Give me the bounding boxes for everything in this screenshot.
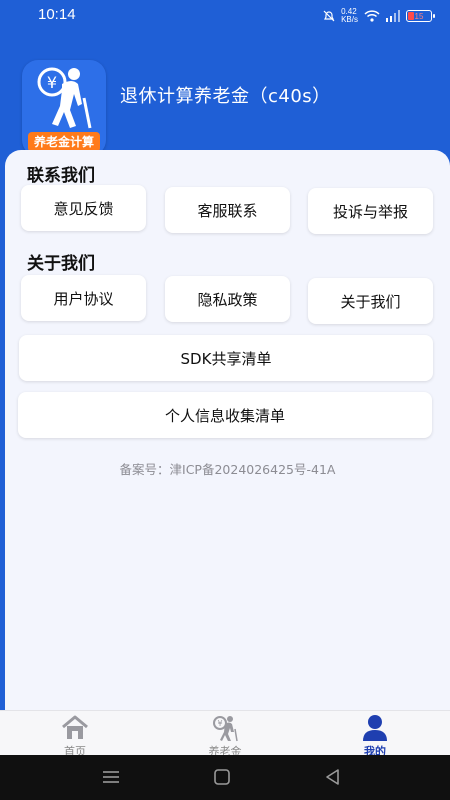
feedback-button[interactable]: 意见反馈 (21, 185, 146, 231)
pension-icon: ¥ (213, 716, 238, 742)
sdk-share-list-button[interactable]: SDK共享清单 (19, 335, 433, 381)
main-content: 联系我们 意见反馈 客服联系 投诉与举报 关于我们 用户协议 隐私政策 关于我们… (5, 150, 450, 710)
home-square-icon[interactable] (211, 767, 233, 787)
customer-service-button[interactable]: 客服联系 (165, 187, 290, 233)
about-section-title: 关于我们 (27, 254, 95, 274)
network-speed-unit: KB/s (341, 15, 358, 24)
signal-icon (386, 10, 400, 22)
profile-icon (363, 715, 387, 741)
system-nav-bar (0, 755, 450, 800)
status-time: 10:14 (38, 6, 76, 23)
complaint-report-button[interactable]: 投诉与举报 (308, 188, 433, 234)
logo-text: 养老金计算 (28, 132, 100, 152)
status-icons: 0.42 KB/s 15 (323, 8, 435, 24)
elderly-person-icon: ¥ (37, 67, 92, 129)
home-icon (62, 715, 88, 739)
app-header: ¥ 养老金计算 退休计算养老金（c40s） (0, 30, 450, 156)
back-triangle-icon[interactable] (322, 767, 344, 787)
svg-text:¥: ¥ (217, 719, 222, 728)
contact-section-title: 联系我们 (27, 166, 95, 186)
privacy-policy-button[interactable]: 隐私政策 (165, 276, 290, 322)
icp-record[interactable]: 备案号：津ICP备2024026425号-41A (5, 459, 450, 478)
about-us-button[interactable]: 关于我们 (308, 278, 433, 324)
personal-info-list-button[interactable]: 个人信息收集清单 (18, 392, 432, 438)
app-logo: ¥ 养老金计算 (22, 60, 106, 156)
svg-text:¥: ¥ (47, 73, 57, 92)
status-bar: 10:14 0.42 KB/s 15 (0, 0, 450, 30)
battery-level: 15 (414, 11, 424, 21)
network-speed: 0.42 KB/s (341, 8, 358, 24)
wifi-icon (364, 10, 380, 22)
user-agreement-button[interactable]: 用户协议 (21, 275, 146, 321)
battery-icon: 15 (406, 10, 435, 22)
app-title: 退休计算养老金（c40s） (120, 86, 331, 107)
mute-icon (323, 10, 335, 22)
menu-icon[interactable] (100, 767, 122, 787)
